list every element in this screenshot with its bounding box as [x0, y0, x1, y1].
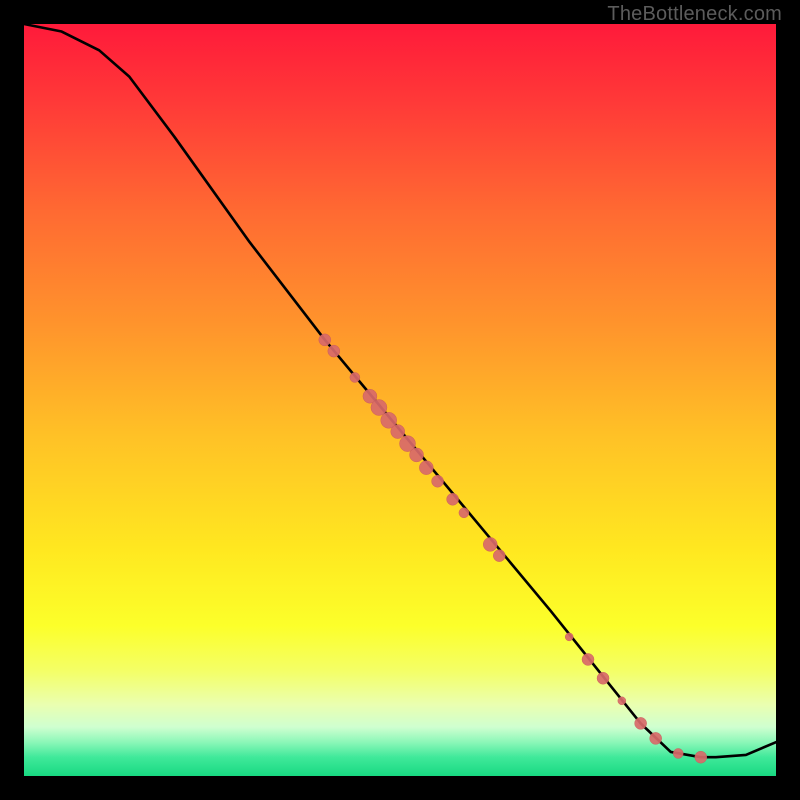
data-dot: [432, 475, 444, 487]
data-dots: [319, 334, 707, 763]
data-dot: [493, 550, 505, 562]
data-dot: [582, 653, 594, 665]
data-dot: [459, 508, 469, 518]
data-dot: [650, 732, 662, 744]
data-dot: [328, 345, 340, 357]
data-dot: [371, 400, 387, 416]
data-dot: [447, 493, 459, 505]
data-dot: [635, 717, 647, 729]
chart-svg: [24, 24, 776, 776]
data-dot: [618, 697, 626, 705]
data-dot: [350, 372, 360, 382]
watermark-text: TheBottleneck.com: [607, 3, 782, 26]
data-dot: [695, 751, 707, 763]
curve-line: [24, 24, 776, 757]
data-dot: [597, 672, 609, 684]
data-dot: [419, 461, 433, 475]
data-dot: [483, 537, 497, 551]
data-dot: [673, 748, 683, 758]
data-dot: [319, 334, 331, 346]
data-dot: [410, 448, 424, 462]
plot-area: [24, 24, 776, 776]
data-dot: [565, 633, 573, 641]
data-dot: [391, 425, 405, 439]
